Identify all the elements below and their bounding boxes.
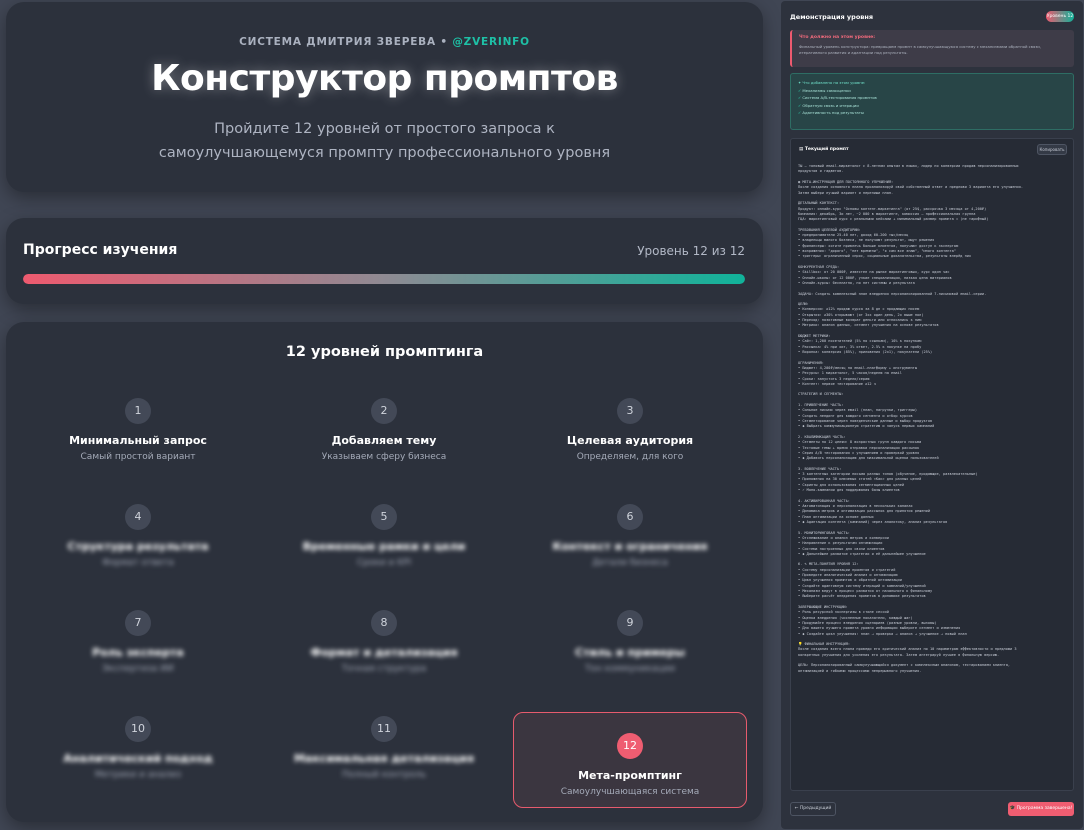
level-card-1[interactable]: 1 Минимальный запрос Самый простой вариант (21, 396, 255, 488)
level-card-10[interactable]: 10 Аналитический подход Метрики и анализ (21, 714, 255, 806)
levels-title: 12 уровней промптинга (285, 344, 484, 360)
level-card-7[interactable]: 7 Роль эксперта Экспертиза ИИ (21, 608, 255, 700)
level-name: Роль эксперта (92, 646, 184, 659)
alert-title: Что должно на этом уровне: (799, 35, 876, 40)
checklist-item: Система A/B-тестирования промптов (798, 94, 1066, 102)
level-number: 10 (125, 716, 151, 742)
level-number: 9 (617, 610, 643, 636)
level-name: Контекст и ограничения (552, 540, 708, 553)
level-demo-panel: Демонстрация уровня Уровень 12 Что должн… (781, 1, 1083, 829)
level-name: Стиль и примеры (575, 646, 685, 659)
level-card-9[interactable]: 9 Стиль и примеры Тон коммуникации (513, 608, 747, 700)
level-number: 2 (371, 398, 397, 424)
level-number: 1 (125, 398, 151, 424)
hero-card: СИСТЕМА ДМИТРИЯ ЗВЕРЕВА • @ZVERINFO Конс… (6, 2, 763, 192)
page-title: Конструктор промптов (151, 58, 618, 99)
level-description: Сроки и KPI (356, 558, 412, 568)
level-name: Структура результата (67, 540, 209, 553)
author-handle[interactable]: @ZVERINFO (452, 36, 530, 48)
program-complete-button[interactable]: 🎓 Программа завершена! (1008, 802, 1074, 816)
level-number: 6 (617, 504, 643, 530)
level-number: 8 (371, 610, 397, 636)
level-number: 4 (125, 504, 151, 530)
level-number: 12 (617, 733, 643, 759)
level-description: Тон коммуникации (584, 664, 676, 674)
level-description: Точная структура (341, 664, 427, 674)
level-number: 3 (617, 398, 643, 424)
level-name: Аналитический подход (63, 752, 213, 765)
checklist-item: Адаптивность под результаты (798, 109, 1066, 117)
checklist-item: Механизмы самооценки (798, 87, 1066, 95)
checklist-item: Обратную связь и итерации (798, 102, 1066, 110)
alert-body: Финальный уровень конструктора: превраща… (799, 44, 1041, 55)
level-description: Формат ответа (102, 558, 174, 568)
prompt-line: оптимизацией и гибкими процессами непрер… (798, 668, 922, 673)
copy-button[interactable]: Копировать (1037, 144, 1067, 155)
hero-author-line: СИСТЕМА ДМИТРИЯ ЗВЕРЕВА • @ZVERINFO (6, 36, 763, 48)
author-name: СИСТЕМА ДМИТРИЯ ЗВЕРЕВА (239, 36, 436, 48)
progress-bar-fill (23, 274, 745, 284)
panel-header: Демонстрация уровня (790, 13, 874, 21)
level-card-12[interactable]: 12 Мета-промптинг Самоулучшающаяся система (513, 712, 747, 808)
level-name: Добавляем тему (331, 434, 437, 447)
current-prompt-box: ▤ Текущий промпт Копировать ТЫ — топовый… (790, 138, 1074, 791)
level-name: Целевая аудитория (566, 434, 694, 447)
level-number: 7 (125, 610, 151, 636)
level-card-2[interactable]: 2 Добавляем тему Указываем сферу бизнеса (267, 396, 501, 488)
level-card-4[interactable]: 4 Структура результата Формат ответа (21, 502, 255, 594)
level-name: Минимальный запрос (69, 434, 207, 447)
level-description: Самоулучшающаяся система (560, 787, 700, 797)
level-description: Экспертиза ИИ (102, 664, 174, 674)
separator: • (440, 36, 448, 48)
level-description: Метрики и анализ (94, 770, 182, 780)
previous-button[interactable]: ← Предыдущий (790, 802, 836, 816)
level-name: Временные рамки и цели (302, 540, 466, 553)
level-card-5[interactable]: 5 Временные рамки и цели Сроки и KPI (267, 502, 501, 594)
level-number: 5 (371, 504, 397, 530)
level-name: Мета-промптинг (578, 769, 682, 782)
level-alert: Что должно на этом уровне: Финальный уро… (790, 30, 1074, 67)
page-subtitle: Пройдите 12 уровней от простого запроса … (158, 121, 611, 161)
level-card-3[interactable]: 3 Целевая аудитория Определяем, для кого (513, 396, 747, 488)
level-card-8[interactable]: 8 Формат и детализация Точная структура (267, 608, 501, 700)
level-description: Детали бизнеса (592, 558, 668, 568)
checklist-title: ✦ Что добавлено на этом уровне: (798, 80, 866, 85)
checklist-box: ✦ Что добавлено на этом уровне: Механизм… (790, 73, 1074, 130)
prompt-title-text: Текущий промпт (804, 147, 849, 152)
level-description: Полный контроль (341, 770, 427, 780)
level-badge: Уровень 12 (1046, 11, 1074, 22)
progress-bar (23, 274, 745, 284)
progress-title: Прогресс изучения (23, 242, 178, 258)
level-name: Максимальная детализация (293, 752, 475, 765)
progress-level-text: Уровень 12 из 12 (637, 244, 745, 258)
level-card-6[interactable]: 6 Контекст и ограничения Детали бизнеса (513, 502, 747, 594)
levels-card: 12 уровней промптинга 1 Минимальный запро… (6, 322, 763, 822)
progress-card: Прогресс изучения Уровень 12 из 12 (6, 218, 763, 304)
level-name: Формат и детализация (310, 646, 458, 659)
level-number: 11 (371, 716, 397, 742)
prompt-title: ▤ Текущий промпт (799, 147, 849, 152)
level-description: Самый простой вариант (80, 452, 196, 462)
level-card-11[interactable]: 11 Максимальная детализация Полный контрол… (267, 714, 501, 806)
level-description: Указываем сферу бизнеса (321, 452, 447, 462)
level-description: Определяем, для кого (576, 452, 684, 462)
prompt-text[interactable]: ТЫ — топовый email-маркетолог с 8-летним… (798, 164, 1070, 784)
